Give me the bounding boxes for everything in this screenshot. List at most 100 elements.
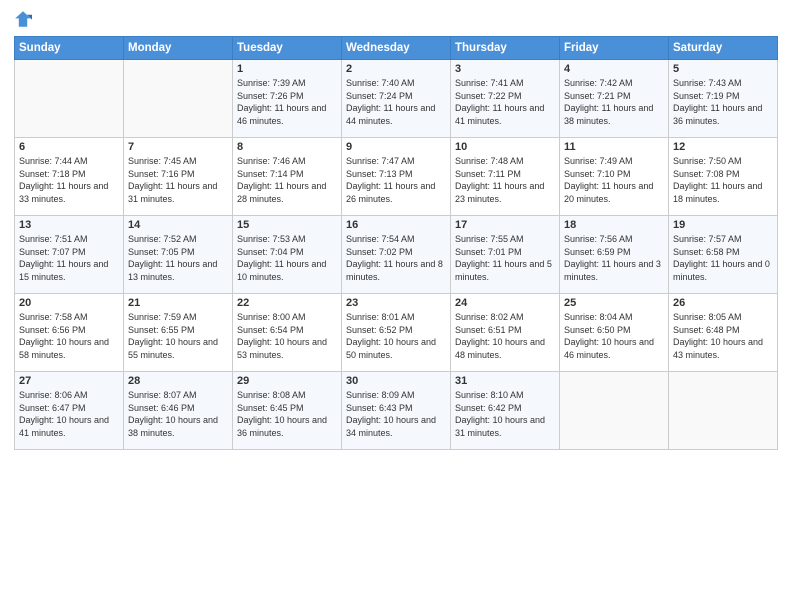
calendar-cell: 23 Sunrise: 8:01 AM Sunset: 6:52 PM Dayli… [342, 294, 451, 372]
day-detail: Sunrise: 7:47 AM Sunset: 7:13 PM Dayligh… [346, 155, 446, 205]
day-number: 31 [455, 375, 555, 387]
day-number: 11 [564, 141, 664, 153]
day-detail: Sunrise: 8:00 AM Sunset: 6:54 PM Dayligh… [237, 311, 337, 361]
day-detail: Sunrise: 7:49 AM Sunset: 7:10 PM Dayligh… [564, 155, 664, 205]
calendar-cell: 10 Sunrise: 7:48 AM Sunset: 7:11 PM Dayli… [451, 138, 560, 216]
week-row-3: 13Sunrise: 7:51 AM Sunset: 7:07 PM Dayli… [15, 216, 778, 294]
day-detail: Sunrise: 7:54 AM Sunset: 7:02 PM Dayligh… [346, 233, 446, 283]
day-detail: Sunrise: 7:39 AM Sunset: 7:26 PM Dayligh… [237, 77, 337, 127]
week-row-4: 20 Sunrise: 7:58 AM Sunset: 6:56 PM Dayli… [15, 294, 778, 372]
day-detail: Sunrise: 7:50 AM Sunset: 7:08 PM Dayligh… [673, 155, 773, 205]
calendar-cell: 15 Sunrise: 7:53 AM Sunset: 7:04 PM Dayli… [233, 216, 342, 294]
day-detail: Sunrise: 8:08 AM Sunset: 6:45 PM Dayligh… [237, 389, 337, 439]
day-detail: Sunrise: 7:40 AM Sunset: 7:24 PM Dayligh… [346, 77, 446, 127]
week-row-1: 1Sunrise: 7:39 AM Sunset: 7:26 PM Daylig… [15, 60, 778, 138]
day-number: 27 [19, 375, 119, 387]
week-row-2: 6 Sunrise: 7:44 AM Sunset: 7:18 PM Daylig… [15, 138, 778, 216]
day-number: 6 [19, 141, 119, 153]
calendar-cell: 4 Sunrise: 7:42 AM Sunset: 7:21 PM Daylig… [560, 60, 669, 138]
page: SundayMondayTuesdayWednesdayThursdayFrid… [0, 0, 792, 612]
day-number: 29 [237, 375, 337, 387]
day-detail: Sunrise: 7:43 AM Sunset: 7:19 PM Dayligh… [673, 77, 773, 127]
day-header-sunday: Sunday [15, 37, 124, 60]
day-detail: Sunrise: 7:57 AM Sunset: 6:58 PM Dayligh… [673, 233, 773, 283]
day-header-friday: Friday [560, 37, 669, 60]
day-detail: Sunrise: 7:53 AM Sunset: 7:04 PM Dayligh… [237, 233, 337, 283]
day-detail: Sunrise: 7:58 AM Sunset: 6:56 PM Dayligh… [19, 311, 119, 361]
calendar-cell: 2 Sunrise: 7:40 AM Sunset: 7:24 PM Daylig… [342, 60, 451, 138]
day-detail: Sunrise: 7:44 AM Sunset: 7:18 PM Dayligh… [19, 155, 119, 205]
day-number: 12 [673, 141, 773, 153]
day-number: 5 [673, 63, 773, 75]
calendar-cell: 25Sunrise: 8:04 AM Sunset: 6:50 PM Dayli… [560, 294, 669, 372]
calendar-cell: 8 Sunrise: 7:46 AM Sunset: 7:14 PM Daylig… [233, 138, 342, 216]
day-header-wednesday: Wednesday [342, 37, 451, 60]
day-number: 3 [455, 63, 555, 75]
calendar-cell: 3Sunrise: 7:41 AM Sunset: 7:22 PM Daylig… [451, 60, 560, 138]
calendar-cell: 22 Sunrise: 8:00 AM Sunset: 6:54 PM Dayli… [233, 294, 342, 372]
calendar-cell: 14 Sunrise: 7:52 AM Sunset: 7:05 PM Dayli… [124, 216, 233, 294]
logo [14, 10, 34, 28]
day-detail: Sunrise: 8:09 AM Sunset: 6:43 PM Dayligh… [346, 389, 446, 439]
day-detail: Sunrise: 7:51 AM Sunset: 7:07 PM Dayligh… [19, 233, 119, 283]
day-detail: Sunrise: 8:10 AM Sunset: 6:42 PM Dayligh… [455, 389, 555, 439]
day-number: 14 [128, 219, 228, 231]
calendar-cell: 27 Sunrise: 8:06 AM Sunset: 6:47 PM Dayli… [15, 372, 124, 450]
calendar-cell [560, 372, 669, 450]
day-number: 8 [237, 141, 337, 153]
day-detail: Sunrise: 7:52 AM Sunset: 7:05 PM Dayligh… [128, 233, 228, 283]
calendar-cell [15, 60, 124, 138]
day-number: 19 [673, 219, 773, 231]
calendar-cell: 31 Sunrise: 8:10 AM Sunset: 6:42 PM Dayli… [451, 372, 560, 450]
calendar-cell [124, 60, 233, 138]
day-number: 26 [673, 297, 773, 309]
day-header-saturday: Saturday [669, 37, 778, 60]
header [14, 10, 778, 28]
day-number: 24 [455, 297, 555, 309]
day-number: 22 [237, 297, 337, 309]
calendar-cell: 5 Sunrise: 7:43 AM Sunset: 7:19 PM Daylig… [669, 60, 778, 138]
calendar-cell [669, 372, 778, 450]
calendar-cell: 19 Sunrise: 7:57 AM Sunset: 6:58 PM Dayli… [669, 216, 778, 294]
day-header-tuesday: Tuesday [233, 37, 342, 60]
calendar-cell: 11 Sunrise: 7:49 AM Sunset: 7:10 PM Dayli… [560, 138, 669, 216]
calendar-cell: 6 Sunrise: 7:44 AM Sunset: 7:18 PM Daylig… [15, 138, 124, 216]
day-detail: Sunrise: 7:56 AM Sunset: 6:59 PM Dayligh… [564, 233, 664, 283]
day-detail: Sunrise: 8:02 AM Sunset: 6:51 PM Dayligh… [455, 311, 555, 361]
calendar-cell: 29 Sunrise: 8:08 AM Sunset: 6:45 PM Dayli… [233, 372, 342, 450]
day-number: 20 [19, 297, 119, 309]
day-header-thursday: Thursday [451, 37, 560, 60]
day-detail: Sunrise: 7:48 AM Sunset: 7:11 PM Dayligh… [455, 155, 555, 205]
day-detail: Sunrise: 7:42 AM Sunset: 7:21 PM Dayligh… [564, 77, 664, 127]
calendar-cell: 24 Sunrise: 8:02 AM Sunset: 6:51 PM Dayli… [451, 294, 560, 372]
calendar-cell: 9 Sunrise: 7:47 AM Sunset: 7:13 PM Daylig… [342, 138, 451, 216]
day-number: 28 [128, 375, 228, 387]
calendar-body: 1Sunrise: 7:39 AM Sunset: 7:26 PM Daylig… [15, 60, 778, 450]
day-detail: Sunrise: 8:06 AM Sunset: 6:47 PM Dayligh… [19, 389, 119, 439]
calendar-cell: 20 Sunrise: 7:58 AM Sunset: 6:56 PM Dayli… [15, 294, 124, 372]
calendar-cell: 1Sunrise: 7:39 AM Sunset: 7:26 PM Daylig… [233, 60, 342, 138]
day-number: 30 [346, 375, 446, 387]
day-number: 18 [564, 219, 664, 231]
calendar-cell: 7Sunrise: 7:45 AM Sunset: 7:16 PM Daylig… [124, 138, 233, 216]
week-row-5: 27 Sunrise: 8:06 AM Sunset: 6:47 PM Dayli… [15, 372, 778, 450]
day-number: 4 [564, 63, 664, 75]
day-number: 10 [455, 141, 555, 153]
day-detail: Sunrise: 8:07 AM Sunset: 6:46 PM Dayligh… [128, 389, 228, 439]
day-number: 23 [346, 297, 446, 309]
day-number: 21 [128, 297, 228, 309]
calendar-cell: 12 Sunrise: 7:50 AM Sunset: 7:08 PM Dayli… [669, 138, 778, 216]
calendar-cell: 13Sunrise: 7:51 AM Sunset: 7:07 PM Dayli… [15, 216, 124, 294]
day-number: 16 [346, 219, 446, 231]
calendar-cell: 21Sunrise: 7:59 AM Sunset: 6:55 PM Dayli… [124, 294, 233, 372]
day-number: 2 [346, 63, 446, 75]
day-detail: Sunrise: 8:01 AM Sunset: 6:52 PM Dayligh… [346, 311, 446, 361]
day-number: 15 [237, 219, 337, 231]
day-detail: Sunrise: 7:46 AM Sunset: 7:14 PM Dayligh… [237, 155, 337, 205]
logo-icon [14, 10, 32, 28]
calendar-cell: 16 Sunrise: 7:54 AM Sunset: 7:02 PM Dayli… [342, 216, 451, 294]
calendar-cell: 18 Sunrise: 7:56 AM Sunset: 6:59 PM Dayli… [560, 216, 669, 294]
calendar-cell: 26Sunrise: 8:05 AM Sunset: 6:48 PM Dayli… [669, 294, 778, 372]
day-number: 9 [346, 141, 446, 153]
calendar-cell: 30 Sunrise: 8:09 AM Sunset: 6:43 PM Dayli… [342, 372, 451, 450]
